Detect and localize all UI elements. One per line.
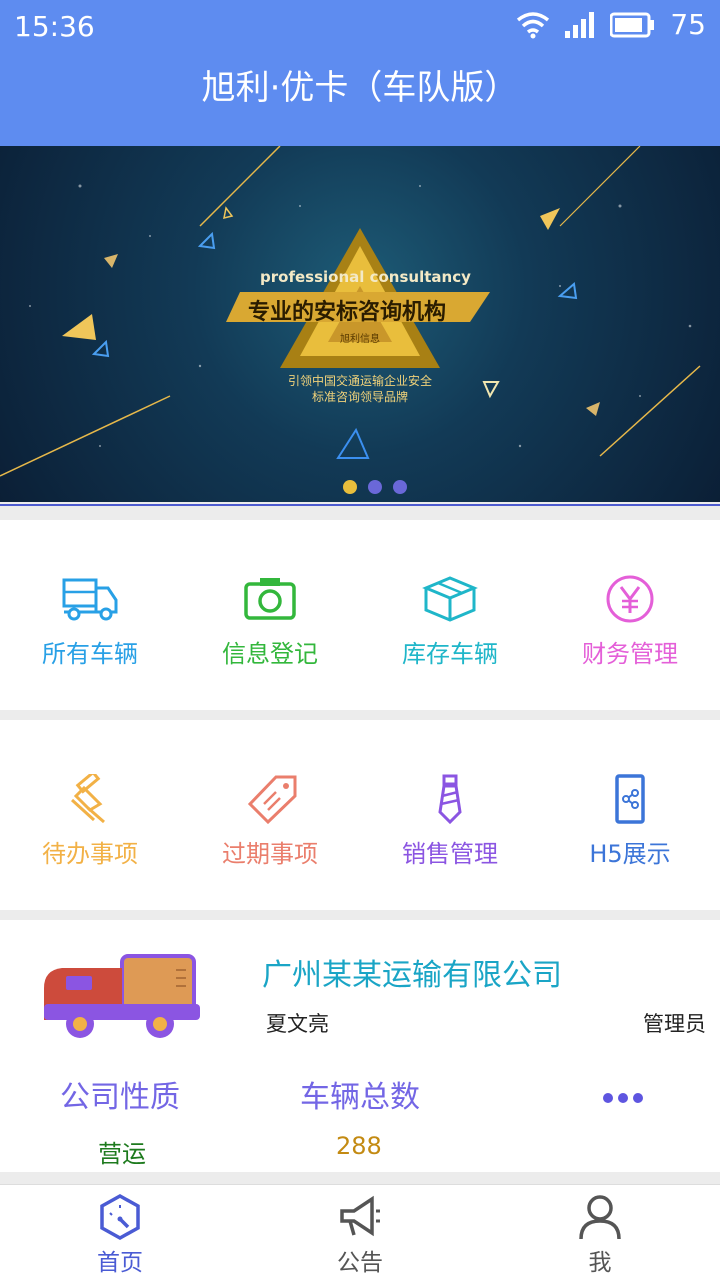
company-name: 广州某某运输有限公司 — [262, 958, 562, 993]
wifi-icon — [517, 11, 550, 38]
yen-icon — [606, 575, 654, 623]
menu-all-vehicles-label: 所有车辆 — [42, 640, 138, 668]
banner-en-text: professional consultancy — [260, 268, 471, 286]
app-header: 15:36 75 旭利·优卡（车队版） — [0, 0, 720, 146]
battery-icon — [610, 12, 655, 37]
menu-stock-vehicles-label: 库存车辆 — [402, 640, 498, 668]
menu-todo[interactable]: 待办事项 — [0, 774, 180, 869]
tab-home-label: 首页 — [97, 1250, 143, 1276]
signal-icon — [565, 11, 595, 38]
share-phone-icon — [615, 774, 645, 824]
menu-sales[interactable]: 销售管理 — [360, 774, 540, 869]
menu-info-register[interactable]: 信息登记 — [180, 574, 360, 669]
menu-expired-label: 过期事项 — [222, 840, 318, 868]
menu-todo-label: 待办事项 — [42, 840, 138, 868]
tab-me-label: 我 — [588, 1250, 612, 1276]
menu-grid-2: 待办事项 过期事项 销售管理 H5展示 — [0, 720, 720, 910]
user-name: 夏文亮 — [266, 1012, 329, 1036]
menu-finance-label: 财务管理 — [582, 640, 678, 668]
truck-icon — [62, 578, 118, 621]
banner-carousel[interactable]: professional consultancy 专业的安标咨询机构 旭利信息 … — [0, 146, 720, 502]
banner-logo-text: 旭利信息 — [340, 334, 380, 345]
dashboard-icon — [100, 1193, 140, 1241]
status-bar: 15:36 75 — [0, 0, 720, 52]
tab-me[interactable]: 我 — [540, 1193, 660, 1277]
company-truck-icon — [44, 954, 200, 1038]
company-nature-label: 公司性质 — [60, 1080, 180, 1115]
carousel-dot-3[interactable] — [393, 480, 407, 494]
pin-icon — [70, 774, 105, 824]
battery-level: 75 — [670, 8, 706, 41]
tab-notice-label: 公告 — [337, 1250, 383, 1276]
tag-icon — [247, 775, 297, 824]
company-nature-value: 营运 — [98, 1140, 146, 1168]
page-title: 旭利·优卡（车队版） — [201, 68, 519, 108]
tab-home[interactable]: 首页 — [60, 1193, 180, 1277]
menu-grid-1: 所有车辆 信息登记 库存车辆 财务管理 — [0, 520, 720, 710]
banner-slogan-1: 引领中国交通运输企业安全 — [287, 374, 432, 388]
menu-h5[interactable]: H5展示 — [540, 774, 720, 869]
menu-stock-vehicles[interactable]: 库存车辆 — [360, 574, 540, 669]
more-icon[interactable] — [598, 1088, 648, 1108]
banner-divider — [0, 504, 720, 506]
menu-sales-label: 销售管理 — [402, 840, 498, 868]
menu-info-register-label: 信息登记 — [222, 640, 318, 668]
status-time: 15:36 — [14, 10, 95, 43]
banner-slogan-2: 标准咨询领导品牌 — [311, 390, 408, 404]
user-role: 管理员 — [643, 1012, 706, 1036]
tab-notice[interactable]: 公告 — [300, 1193, 420, 1277]
vehicle-count-label: 车辆总数 — [300, 1080, 420, 1115]
tie-icon — [438, 774, 462, 824]
camera-icon — [244, 578, 296, 620]
carousel-dot-1[interactable] — [343, 480, 357, 494]
user-icon — [579, 1195, 621, 1240]
banner-cn-title: 专业的安标咨询机构 — [248, 300, 447, 325]
carousel-dot-2[interactable] — [368, 480, 382, 494]
megaphone-icon — [340, 1195, 380, 1237]
vehicle-count-value: 288 — [336, 1132, 382, 1160]
box-icon — [422, 576, 478, 622]
menu-all-vehicles[interactable]: 所有车辆 — [0, 574, 180, 669]
menu-finance[interactable]: 财务管理 — [540, 574, 720, 669]
status-icons: 75 — [516, 8, 706, 41]
menu-h5-label: H5展示 — [589, 840, 671, 868]
bottom-tab-bar: 首页 公告 我 — [0, 1184, 720, 1280]
menu-expired[interactable]: 过期事项 — [180, 774, 360, 869]
company-card: 广州某某运输有限公司 夏文亮 管理员 公司性质 营运 车辆总数 288 — [0, 920, 720, 1172]
